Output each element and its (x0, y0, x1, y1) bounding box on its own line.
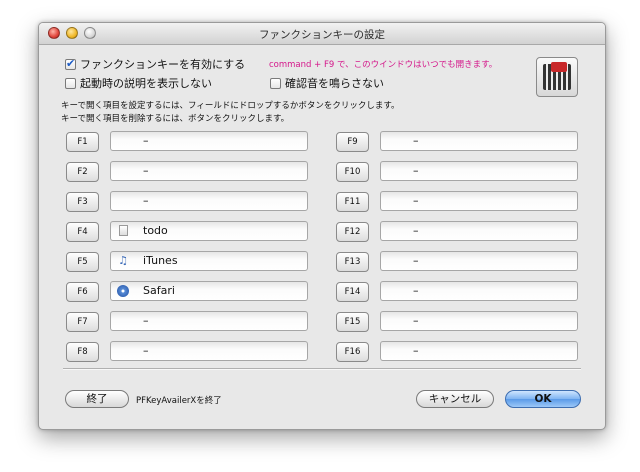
footer-divider (63, 368, 581, 370)
f10-key-button[interactable]: F10 (336, 162, 369, 182)
f9-key-button[interactable]: F9 (336, 132, 369, 152)
checkbox-checked-icon[interactable] (65, 57, 76, 70)
function-key-settings-window: ファンクションキーの設定 ファンクションキーを有効にする command + F… (38, 22, 606, 430)
shortcut-hint: command + F9 で、このウインドウはいつでも開きます。 (269, 60, 498, 70)
f1-field[interactable]: – (110, 131, 308, 151)
f12-field[interactable]: – (380, 221, 578, 241)
f6-field[interactable]: Safari (110, 281, 308, 301)
f13-key-button[interactable]: F13 (336, 252, 369, 272)
f11-key-button[interactable]: F11 (336, 192, 369, 212)
f16-key-button[interactable]: F16 (336, 342, 369, 362)
f4-field[interactable]: todo (110, 221, 308, 241)
enable-function-keys-checkbox[interactable]: ファンクションキーを有効にする (65, 56, 245, 72)
f7-key-button[interactable]: F7 (66, 312, 99, 332)
f3-key-button[interactable]: F3 (66, 192, 99, 212)
keyboard-app-icon (536, 57, 578, 97)
document-icon (119, 225, 128, 236)
f8-key-button[interactable]: F8 (66, 342, 99, 362)
f12-key-button[interactable]: F12 (336, 222, 369, 242)
window-title: ファンクションキーの設定 (259, 29, 385, 41)
enable-function-keys-label: ファンクションキーを有効にする (80, 58, 246, 71)
f15-field[interactable]: – (380, 311, 578, 331)
f14-field[interactable]: – (380, 281, 578, 301)
cancel-button[interactable]: キャンセル (416, 390, 494, 408)
f1-key-button[interactable]: F1 (66, 132, 99, 152)
ok-button[interactable]: OK (505, 390, 581, 408)
set-instructions: キーで開く項目を設定するには、フィールドにドロップするかボタンをクリックします。 (61, 101, 400, 111)
f13-field[interactable]: – (380, 251, 578, 271)
no-startup-description-checkbox[interactable]: 起動時の説明を表示しない (65, 75, 212, 91)
f9-field[interactable]: – (380, 131, 578, 151)
checkbox-unchecked-icon[interactable] (270, 78, 281, 89)
no-startup-description-label: 起動時の説明を表示しない (80, 77, 212, 90)
safari-icon (117, 285, 129, 297)
no-confirm-sound-label: 確認音を鳴らさない (285, 77, 384, 90)
f8-field[interactable]: – (110, 341, 308, 361)
quit-button[interactable]: 終了 (65, 390, 129, 408)
f6-key-button[interactable]: F6 (66, 282, 99, 302)
f10-field[interactable]: – (380, 161, 578, 181)
f5-key-button[interactable]: F5 (66, 252, 99, 272)
f3-field[interactable]: – (110, 191, 308, 211)
itunes-icon: ♫ (118, 254, 128, 267)
f7-field[interactable]: – (110, 311, 308, 331)
f14-key-button[interactable]: F14 (336, 282, 369, 302)
f16-field[interactable]: – (380, 341, 578, 361)
f2-key-button[interactable]: F2 (66, 162, 99, 182)
no-confirm-sound-checkbox[interactable]: 確認音を鳴らさない (270, 75, 384, 91)
delete-instructions: キーで開く項目を削除するには、ボタンをクリックします。 (61, 114, 290, 124)
checkbox-unchecked-icon[interactable] (65, 78, 76, 89)
f4-key-button[interactable]: F4 (66, 222, 99, 242)
title-bar: ファンクションキーの設定 (39, 23, 605, 45)
f2-field[interactable]: – (110, 161, 308, 181)
f15-key-button[interactable]: F15 (336, 312, 369, 332)
quit-app-label: PFKeyAvailerXを終了 (136, 396, 222, 406)
f11-field[interactable]: – (380, 191, 578, 211)
f5-field[interactable]: ♫ iTunes (110, 251, 308, 271)
